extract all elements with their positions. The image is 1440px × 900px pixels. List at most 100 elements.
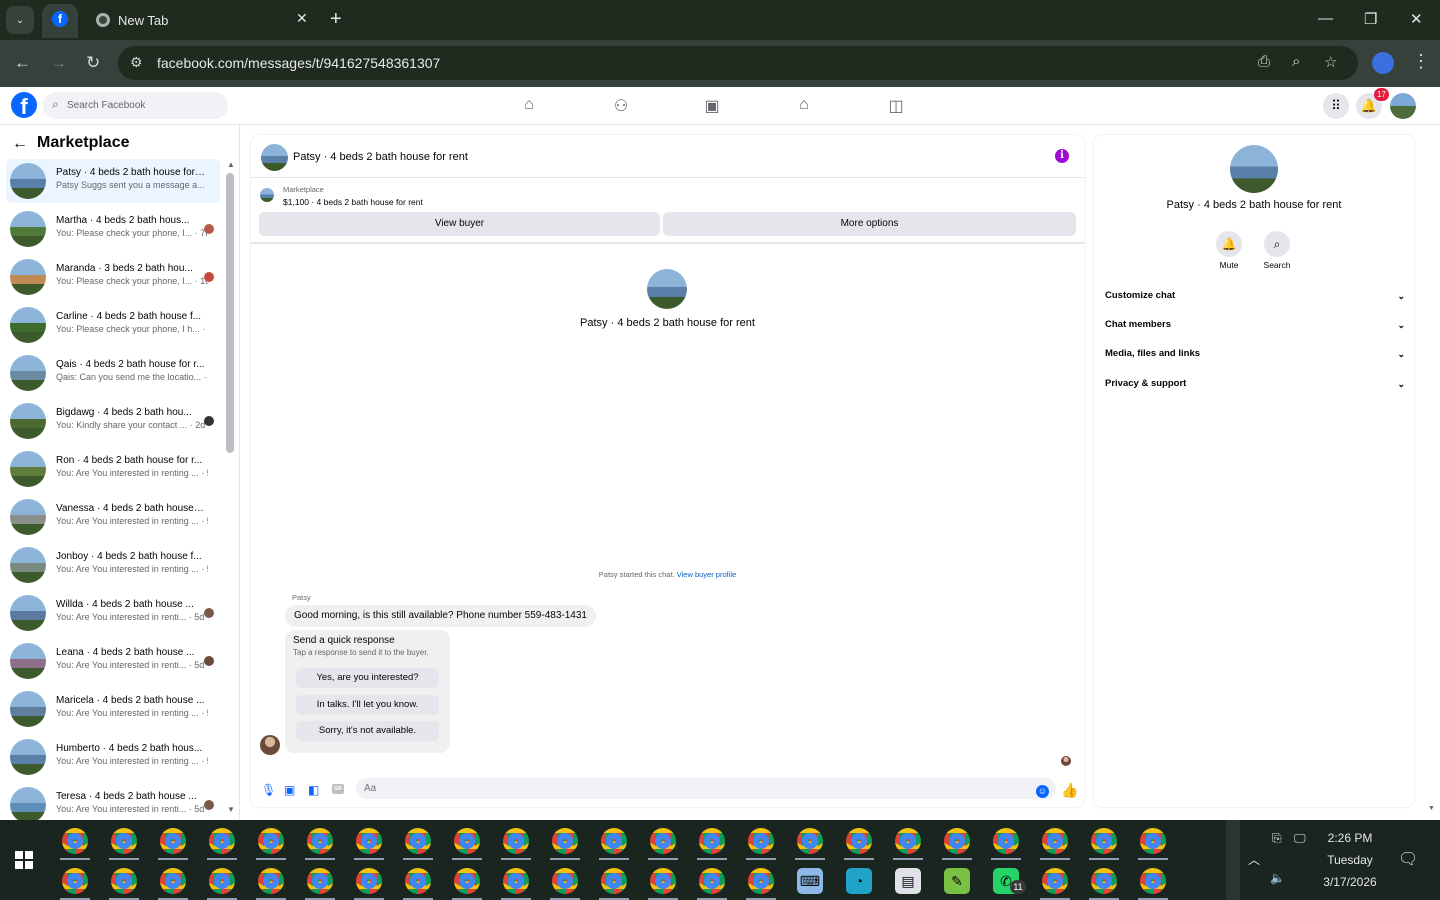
tab-close-icon[interactable]: ✕ — [296, 10, 308, 27]
chrome-taskbar-icon[interactable] — [160, 868, 186, 894]
chrome-taskbar-icon[interactable] — [209, 868, 235, 894]
chrome-taskbar-icon[interactable] — [699, 868, 725, 894]
search-facebook-input[interactable]: ⌕ Search Facebook — [43, 92, 228, 119]
chrome-taskbar-icon[interactable] — [405, 868, 431, 894]
emoji-icon[interactable]: ☺ — [1036, 785, 1049, 798]
view-buyer-profile-link[interactable]: View buyer profile — [677, 570, 736, 579]
app-taskbar-icon[interactable]: ▤ — [895, 868, 921, 894]
new-tab-icon[interactable]: + — [330, 8, 342, 31]
chrome-taskbar-icon[interactable] — [307, 828, 333, 854]
quick-response-button-2[interactable]: In talks. I'll let you know. — [296, 695, 439, 715]
browser-menu-icon[interactable]: ⋮ — [1412, 51, 1430, 72]
chrome-taskbar-icon[interactable] — [111, 868, 137, 894]
view-buyer-button[interactable]: View buyer — [259, 212, 660, 236]
section-chat-members[interactable]: Chat members ⌄ — [1105, 319, 1405, 339]
chrome-taskbar-icon[interactable] — [1140, 868, 1166, 894]
meet-now-icon[interactable]: ⎘ — [1272, 831, 1282, 846]
message-input[interactable] — [364, 778, 1024, 799]
photo-icon[interactable]: ▣ — [284, 783, 295, 797]
search-icon[interactable]: ⌕ — [1264, 231, 1290, 257]
zoom-icon[interactable]: ⌕ — [1292, 53, 1300, 70]
notifications-icon[interactable]: 🗨 — [1398, 849, 1418, 869]
conversation-item[interactable]: Ron · 4 beds 2 bath house for r... You: A… — [6, 447, 220, 491]
conversation-item[interactable]: Carline · 4 beds 2 bath house f... You: P… — [6, 303, 220, 347]
bookmark-star-icon[interactable]: ☆ — [1324, 53, 1337, 71]
thumbs-up-icon[interactable]: 👍 — [1061, 782, 1078, 799]
page-scroll-down-icon[interactable]: ▼ — [1428, 805, 1435, 812]
conversation-item[interactable]: Vanessa · 4 beds 2 bath house f... You: A… — [6, 495, 220, 539]
edge-taskbar-icon[interactable]: ◔ — [846, 868, 872, 894]
chrome-taskbar-icon[interactable] — [209, 828, 235, 854]
chrome-taskbar-icon[interactable] — [650, 828, 676, 854]
forward-icon[interactable]: → — [50, 53, 67, 73]
clock-day[interactable]: Tuesday — [1310, 853, 1390, 867]
network-icon[interactable]: 🖵 — [1294, 831, 1306, 846]
chrome-taskbar-icon[interactable] — [405, 828, 431, 854]
chrome-taskbar-icon[interactable] — [748, 828, 774, 854]
mute-action[interactable]: 🔔 Mute — [1204, 231, 1254, 270]
chrome-taskbar-icon[interactable] — [1091, 868, 1117, 894]
chrome-taskbar-icon[interactable] — [258, 868, 284, 894]
gif-icon[interactable]: GIF — [332, 784, 344, 794]
chrome-taskbar-icon[interactable] — [258, 828, 284, 854]
sticker-icon[interactable]: ◧ — [308, 783, 319, 797]
sender-avatar[interactable] — [260, 735, 280, 755]
close-window-icon[interactable]: ✕ — [1410, 10, 1423, 28]
account-avatar[interactable] — [1390, 93, 1416, 119]
conversation-item[interactable]: Willda · 4 beds 2 bath house ... You: Are… — [6, 591, 220, 635]
chrome-taskbar-icon[interactable] — [944, 828, 970, 854]
message-bubble[interactable]: Good morning, is this still available? P… — [285, 605, 596, 627]
section-customize-chat[interactable]: Customize chat ⌄ — [1105, 290, 1405, 310]
chrome-taskbar-icon[interactable] — [797, 828, 823, 854]
chat-intro-avatar[interactable] — [647, 269, 687, 309]
chrome-taskbar-icon[interactable] — [503, 868, 529, 894]
chrome-taskbar-icon[interactable] — [846, 828, 872, 854]
section-media-files-links[interactable]: Media, files and links ⌄ — [1105, 348, 1405, 368]
facebook-logo-icon[interactable]: f — [11, 92, 37, 119]
chrome-taskbar-icon[interactable] — [62, 868, 88, 894]
restore-icon[interactable]: ❐ — [1364, 10, 1377, 28]
back-arrow-icon[interactable]: ← — [12, 135, 28, 153]
chrome-taskbar-icon[interactable] — [699, 828, 725, 854]
section-privacy-support[interactable]: Privacy & support ⌄ — [1105, 378, 1405, 398]
chrome-taskbar-icon[interactable] — [1140, 828, 1166, 854]
clock-time[interactable]: 2:26 PM — [1310, 831, 1390, 845]
chrome-taskbar-icon[interactable] — [650, 868, 676, 894]
search-action[interactable]: ⌕ Search — [1252, 231, 1302, 270]
chrome-taskbar-icon[interactable] — [356, 868, 382, 894]
conversation-item[interactable]: Maranda · 3 beds 2 bath hou... You: Pleas… — [6, 255, 220, 299]
taskbar-scroll[interactable] — [1226, 820, 1240, 900]
chrome-taskbar-icon[interactable] — [895, 828, 921, 854]
conversation-item[interactable]: Jonboy · 4 beds 2 bath house f... You: Ar… — [6, 543, 220, 587]
back-icon[interactable]: ← — [14, 53, 31, 73]
conversation-item[interactable]: Maricela · 4 beds 2 bath house ... You: A… — [6, 687, 220, 731]
conversation-item[interactable]: Leana · 4 beds 2 bath house ... You: Are … — [6, 639, 220, 683]
url-text[interactable]: facebook.com/messages/t/941627548361307 — [157, 55, 440, 71]
minimize-icon[interactable]: — — [1318, 10, 1333, 27]
conversation-item[interactable]: Qais · 4 beds 2 bath house for r... Qais:… — [6, 351, 220, 395]
chrome-taskbar-icon[interactable] — [993, 828, 1019, 854]
home-icon[interactable]: ⌂ — [520, 96, 538, 114]
reload-icon[interactable]: ↻ — [86, 53, 100, 73]
tab-search-dropdown-icon[interactable]: ⌄ — [6, 6, 34, 34]
chrome-taskbar-icon[interactable] — [1042, 828, 1068, 854]
bell-icon[interactable]: 🔔 — [1216, 231, 1242, 257]
conversation-item[interactable]: Humberto · 4 beds 2 bath hous... You: Are… — [6, 735, 220, 779]
chrome-taskbar-icon[interactable] — [454, 868, 480, 894]
conversation-item[interactable]: Patsy · 4 beds 2 bath house for ... Patsy… — [6, 159, 220, 203]
chrome-taskbar-icon[interactable] — [601, 828, 627, 854]
chrome-taskbar-icon[interactable] — [748, 868, 774, 894]
scroll-up-icon[interactable]: ▲ — [227, 160, 235, 169]
chrome-taskbar-icon[interactable] — [111, 828, 137, 854]
site-settings-icon[interactable]: ⚙ — [130, 54, 143, 71]
notepad-taskbar-icon[interactable]: ✎ — [944, 868, 970, 894]
chrome-taskbar-icon[interactable] — [160, 828, 186, 854]
quick-response-button-3[interactable]: Sorry, it's not available. — [296, 721, 439, 741]
browser-profile-avatar[interactable] — [1372, 52, 1394, 74]
chrome-taskbar-icon[interactable] — [552, 868, 578, 894]
chrome-taskbar-icon[interactable] — [552, 828, 578, 854]
keyboard-taskbar-icon[interactable]: ⌨ — [797, 868, 823, 894]
chrome-taskbar-icon[interactable] — [1042, 868, 1068, 894]
clock-date[interactable]: 3/17/2026 — [1310, 875, 1390, 889]
chrome-taskbar-icon[interactable] — [601, 868, 627, 894]
